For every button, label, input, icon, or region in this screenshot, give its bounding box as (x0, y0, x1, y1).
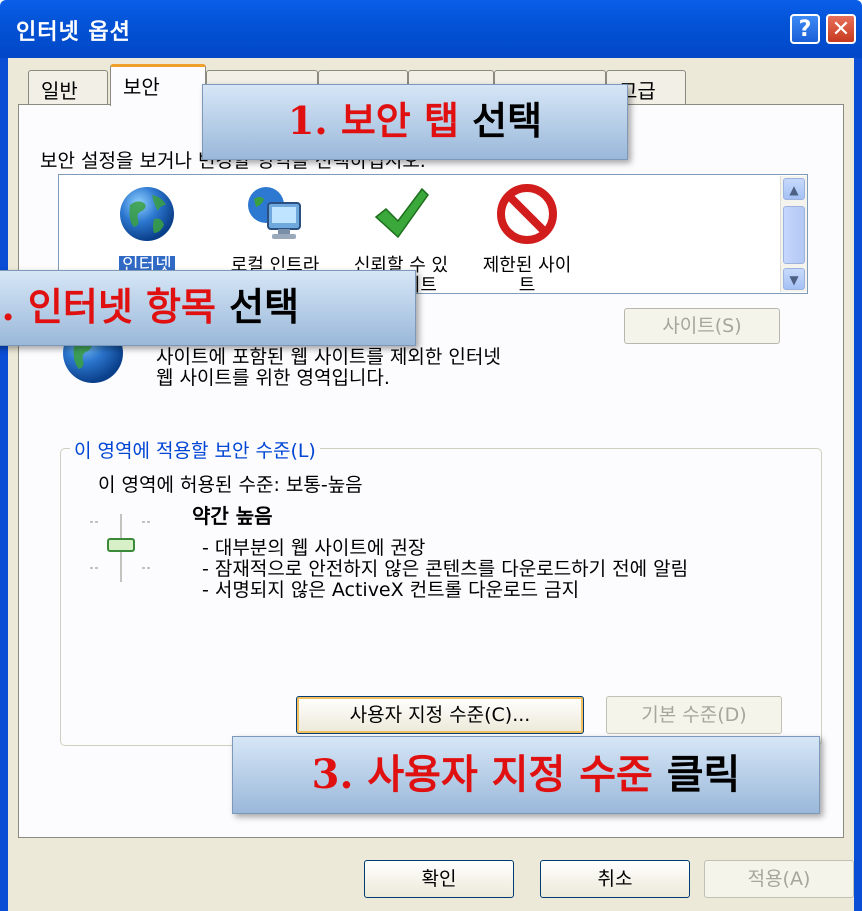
zone-description-line: 사이트에 포함된 웹 사이트를 제외한 인터넷 (156, 346, 501, 368)
callout-step2-highlight: 인터넷 항목 (27, 284, 216, 329)
callout-step1: 1. 보안 탭 선택 (202, 84, 628, 160)
callout-step1-prefix: 1. (287, 98, 341, 143)
tab-security[interactable]: 보안 (110, 64, 206, 106)
scroll-thumb[interactable] (783, 206, 805, 264)
security-level-slider[interactable] (86, 508, 156, 588)
computer-globe-icon (248, 187, 301, 239)
callout-step2: 2. 인터넷 항목 선택 (0, 270, 416, 346)
globe-icon (120, 187, 174, 241)
tab-general[interactable]: 일반 (28, 70, 108, 104)
zone-label: 제한된 사이트 (482, 255, 572, 296)
slider-thumb[interactable] (107, 538, 135, 552)
custom-level-button[interactable]: 사용자 지정 수준(C)... (296, 696, 584, 734)
security-level-group-title: 이 영역에 적용할 보안 수준(L) (70, 436, 320, 463)
zone-list-scrollbar[interactable]: ▲ ▼ (780, 176, 807, 292)
default-level-button[interactable]: 기본 수준(D) (606, 696, 782, 734)
callout-step3-suffix: 클릭 (652, 751, 741, 798)
callout-step3: 3. 사용자 지정 수준 클릭 (232, 736, 820, 814)
scroll-up-icon[interactable]: ▲ (783, 178, 805, 200)
help-button[interactable]: ? (790, 14, 820, 44)
allowed-level-text: 이 영역에 허용된 수준: 보통-높음 (98, 474, 363, 496)
close-button[interactable]: ✕ (826, 14, 856, 44)
security-level-description: - 대부분의 웹 사이트에 권장 - 잠재적으로 안전하지 않은 콘텐츠를 다운… (202, 538, 812, 601)
callout-step2-suffix: 선택 (215, 284, 300, 329)
level-bullet: - 잠재적으로 안전하지 않은 콘텐츠를 다운로드하기 전에 알림 (202, 558, 689, 580)
scroll-down-icon[interactable]: ▼ (783, 268, 805, 290)
zone-restricted-sites[interactable]: 제한된 사이트 (477, 183, 577, 296)
zone-internet[interactable]: 인터넷 (97, 183, 197, 276)
checkmark-icon (374, 187, 429, 239)
level-bullet: - 서명되지 않은 ActiveX 컨트롤 다운로드 금지 (202, 579, 580, 601)
window-title: 인터넷 옵션 (16, 20, 131, 45)
no-entry-icon (497, 184, 557, 244)
callout-step2-prefix: 2. (0, 284, 15, 329)
sites-button[interactable]: 사이트(S) (624, 308, 780, 344)
callout-step3-prefix: 3. (311, 751, 368, 798)
cancel-button[interactable]: 취소 (540, 860, 690, 898)
apply-button[interactable]: 적용(A) (704, 860, 854, 898)
level-bullet: - 대부분의 웹 사이트에 권장 (202, 537, 426, 559)
callout-step1-highlight: 보안 탭 (340, 98, 459, 143)
security-level-name: 약간 높음 (192, 504, 273, 528)
zone-description-line: 웹 사이트를 위한 영역입니다. (156, 367, 390, 389)
callout-step3-highlight: 사용자 지정 수준 (367, 751, 653, 798)
title-bar[interactable]: 인터넷 옵션 ? ✕ (0, 0, 862, 58)
callout-step1-suffix: 선택 (458, 98, 543, 143)
ok-button[interactable]: 확인 (364, 860, 514, 898)
